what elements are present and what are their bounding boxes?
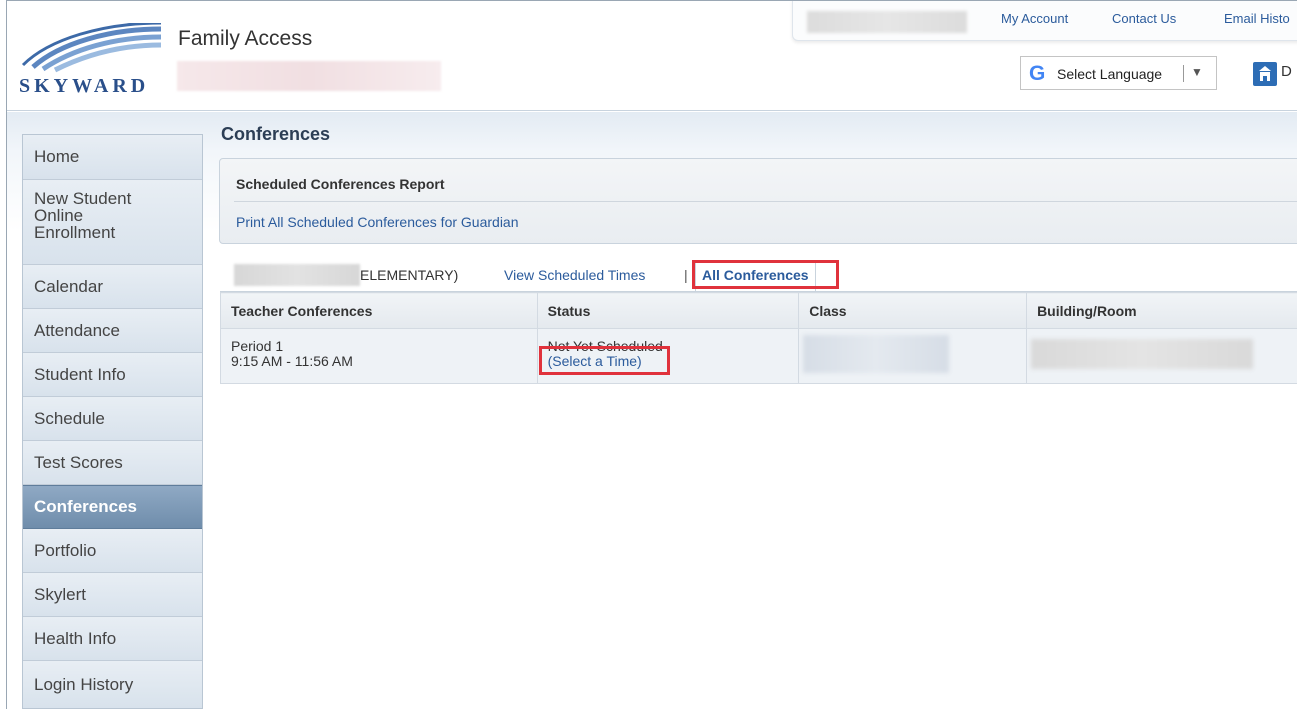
sidebar-item-conferences[interactable]: Conferences <box>23 485 202 529</box>
divider <box>234 201 1297 202</box>
user-name-redacted <box>807 11 967 33</box>
sidebar-item-label: New Student Online Enrollment <box>34 190 131 241</box>
view-scheduled-times-link[interactable]: View Scheduled Times <box>504 267 645 283</box>
language-label: Select Language <box>1057 66 1163 82</box>
school-name-redacted <box>234 264 360 286</box>
class-name-redacted <box>803 335 950 373</box>
table-header-row: Teacher Conferences Status Class Buildin… <box>220 292 1297 329</box>
student-name-redacted <box>177 61 441 91</box>
building-room-cell <box>1026 328 1297 384</box>
google-icon: G <box>1029 62 1046 85</box>
language-select[interactable]: G Select Language ▼ <box>1020 56 1217 90</box>
highlight-box-all-conferences <box>692 260 839 289</box>
sidebar-item-portfolio[interactable]: Portfolio <box>23 529 202 573</box>
language-divider <box>1183 65 1184 82</box>
teacher-conference-cell: Period 1 9:15 AM - 11:56 AM <box>220 328 538 384</box>
my-account-link[interactable]: My Account <box>1001 11 1068 26</box>
sidebar-item-schedule[interactable]: Schedule <box>23 397 202 441</box>
sidebar-item-calendar[interactable]: Calendar <box>23 265 202 309</box>
sidebar-nav: Home New Student Online Enrollment Calen… <box>22 134 203 709</box>
sidebar-item-new-student-online-enrollment[interactable]: New Student Online Enrollment <box>23 180 202 265</box>
sidebar-item-label: Schedule <box>34 408 105 428</box>
column-header-building-room[interactable]: Building/Room <box>1026 292 1297 329</box>
logo-wordmark: SKYWARD <box>19 75 150 97</box>
period-label: Period 1 <box>231 338 284 354</box>
sidebar-item-attendance[interactable]: Attendance <box>23 309 202 353</box>
table-row: Period 1 9:15 AM - 11:56 AM Not Yet Sche… <box>220 328 1297 384</box>
page-title: Conferences <box>221 124 331 144</box>
sidebar-item-student-info[interactable]: Student Info <box>23 353 202 397</box>
app-window: SKYWARD Family Access My Account Contact… <box>6 0 1297 709</box>
report-title: Scheduled Conferences Report <box>236 176 445 192</box>
period-time: 9:15 AM - 11:56 AM <box>231 353 353 369</box>
sidebar-item-test-scores[interactable]: Test Scores <box>23 441 202 485</box>
sidebar-item-label: Portfolio <box>34 540 97 560</box>
sidebar-item-skylert[interactable]: Skylert <box>23 573 202 617</box>
column-header-teacher-conferences[interactable]: Teacher Conferences <box>220 292 538 329</box>
contact-us-link[interactable]: Contact Us <box>1112 11 1176 26</box>
sidebar-item-label: Conferences <box>34 497 137 516</box>
skyward-logo: SKYWARD <box>15 21 167 103</box>
sidebar-item-label: Login History <box>34 674 134 694</box>
print-conferences-link[interactable]: Print All Scheduled Conferences for Guar… <box>236 214 519 230</box>
label-line-3: Enrollment <box>34 223 116 242</box>
school-name-suffix: ELEMENTARY) <box>360 267 459 283</box>
sidebar-item-label: Calendar <box>34 276 103 296</box>
sidebar-item-label: Test Scores <box>34 452 123 472</box>
district-label-partial: D <box>1281 63 1292 80</box>
sidebar-item-label: Health Info <box>34 628 117 648</box>
conferences-table: Teacher Conferences Status Class Buildin… <box>220 292 1297 384</box>
sidebar-item-label: Skylert <box>34 584 86 604</box>
class-cell <box>798 328 1028 384</box>
scheduled-conferences-report-panel: Scheduled Conferences Report Print All S… <box>219 158 1297 244</box>
sidebar-item-label: Home <box>34 147 80 166</box>
email-history-link[interactable]: Email Histo <box>1224 11 1290 26</box>
skyward-swoosh-icon <box>21 21 162 73</box>
building-room-redacted <box>1031 339 1254 369</box>
sidebar-item-login-history[interactable]: Login History <box>23 661 202 708</box>
sidebar-item-health-info[interactable]: Health Info <box>23 617 202 661</box>
sidebar-item-home[interactable]: Home <box>23 135 202 180</box>
sidebar-item-label: Attendance <box>34 320 121 340</box>
sidebar-item-label: Student Info <box>34 364 126 384</box>
top-links-panel: My Account Contact Us Email Histo <box>792 1 1297 41</box>
content-area: Home New Student Online Enrollment Calen… <box>7 112 1297 709</box>
app-title: Family Access <box>178 27 313 50</box>
column-header-class[interactable]: Class <box>798 292 1028 329</box>
column-header-status[interactable]: Status <box>536 292 800 329</box>
tab-separator: | <box>684 267 688 283</box>
dropdown-arrow-icon: ▼ <box>1191 65 1203 79</box>
highlight-box-select-a-time <box>539 346 670 375</box>
district-building-icon[interactable] <box>1253 62 1277 86</box>
header: SKYWARD Family Access My Account Contact… <box>7 1 1297 111</box>
